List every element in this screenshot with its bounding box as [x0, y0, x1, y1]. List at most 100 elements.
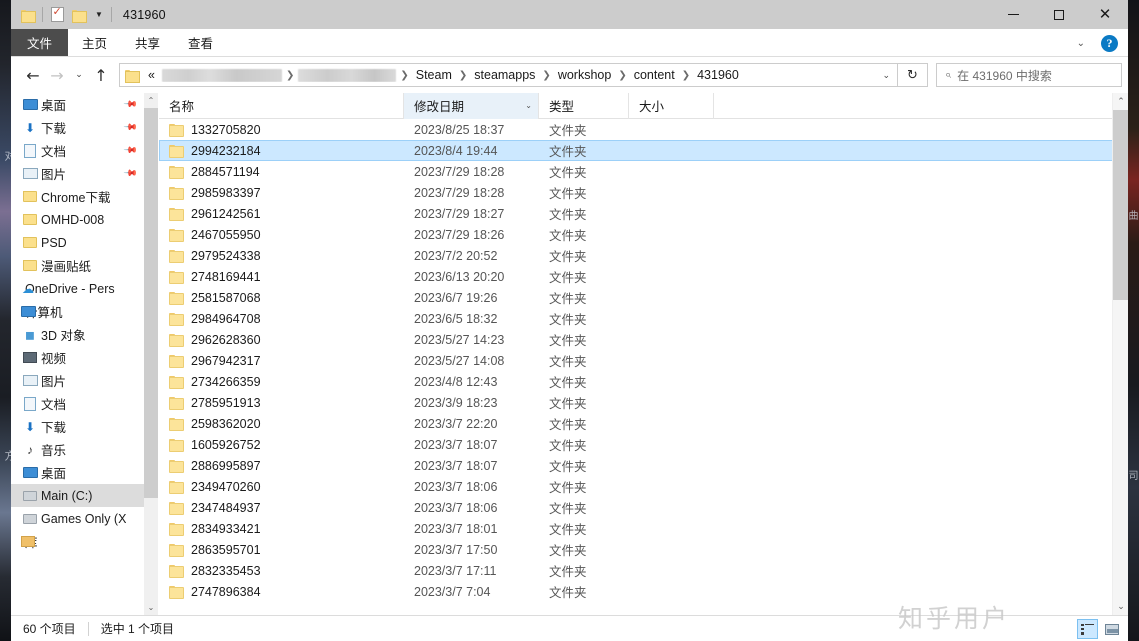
nav-scroll-thumb[interactable]	[144, 108, 158, 498]
table-row[interactable]: 2347484937 2023/3/7 18:06 文件夹	[159, 497, 1128, 518]
help-icon[interactable]: ?	[1101, 34, 1118, 52]
sidebar-item-2[interactable]: 文档 📌	[11, 139, 144, 162]
table-row[interactable]: 2834933421 2023/3/7 18:01 文件夹	[159, 518, 1128, 539]
cell-date-modified: 2023/8/25 18:37	[414, 122, 505, 137]
file-list-scrollbar[interactable]: ⌃ ⌄	[1112, 93, 1128, 615]
refresh-button[interactable]: ↻	[898, 63, 928, 87]
qat-properties-icon[interactable]	[46, 4, 68, 26]
nav-scroll-up-button[interactable]: ⌃	[144, 93, 158, 108]
file-scroll-down-button[interactable]: ⌄	[1113, 598, 1128, 615]
table-row[interactable]: 2961242561 2023/7/29 18:27 文件夹	[159, 203, 1128, 224]
table-row[interactable]: 2349470260 2023/3/7 18:06 文件夹	[159, 476, 1128, 497]
tab-file[interactable]: 文件	[11, 29, 69, 56]
table-row[interactable]: 2967942317 2023/5/27 14:08 文件夹	[159, 350, 1128, 371]
qat-folder-icon[interactable]	[17, 4, 39, 26]
sidebar-item-17[interactable]: Main (C:)	[11, 484, 144, 507]
nav-scroll-down-button[interactable]: ⌄	[144, 600, 158, 615]
sidebar-item-7[interactable]: 漫画贴纸	[11, 254, 144, 277]
table-row[interactable]: 2886995897 2023/3/7 18:07 文件夹	[159, 455, 1128, 476]
pin-icon[interactable]: 📌	[123, 97, 138, 113]
download-icon: ⬇	[24, 120, 36, 135]
sidebar-item-16[interactable]: 桌面	[11, 461, 144, 484]
table-row[interactable]: 2785951913 2023/3/9 18:23 文件夹	[159, 392, 1128, 413]
close-button[interactable]: ✕	[1082, 0, 1128, 29]
table-row[interactable]: 2598362020 2023/3/7 22:20 文件夹	[159, 413, 1128, 434]
sidebar-item-4[interactable]: Chrome下载	[11, 185, 144, 208]
breadcrumb-steam[interactable]: Steam	[411, 68, 457, 82]
table-row[interactable]: 2747896384 2023/3/7 7:04 文件夹	[159, 581, 1128, 602]
address-dropdown-chevron-down-icon[interactable]: ⌄	[875, 70, 897, 81]
breadcrumb-workshop[interactable]: workshop	[553, 68, 617, 82]
table-row[interactable]: 2832335453 2023/3/7 17:11 文件夹	[159, 560, 1128, 581]
table-row[interactable]: 2863595701 2023/3/7 17:50 文件夹	[159, 539, 1128, 560]
details-view-button[interactable]	[1077, 619, 1098, 639]
pin-icon[interactable]: 📌	[123, 120, 138, 136]
back-button[interactable]: ←	[21, 63, 45, 87]
table-row[interactable]: 2884571194 2023/7/29 18:28 文件夹	[159, 161, 1128, 182]
table-row[interactable]: 2994232184 2023/8/4 19:44 文件夹	[159, 140, 1128, 161]
minimize-button[interactable]	[990, 0, 1036, 29]
cell-date-modified: 2023/3/9 18:23	[414, 395, 498, 410]
tab-home[interactable]: 主页	[68, 29, 121, 56]
breadcrumb-redacted-1[interactable]	[161, 68, 282, 82]
column-header-type[interactable]: 类型	[539, 93, 629, 119]
pin-icon[interactable]: 📌	[123, 166, 138, 182]
sidebar-item-18[interactable]: Games Only (X	[11, 507, 144, 530]
sidebar-item-12[interactable]: 图片	[11, 369, 144, 392]
breadcrumb-overflow[interactable]: «	[143, 68, 160, 82]
table-row[interactable]: 2467055950 2023/7/29 18:26 文件夹	[159, 224, 1128, 245]
column-filter-chevron-down-icon[interactable]: ⌄	[525, 101, 532, 110]
forward-button[interactable]: →	[45, 63, 69, 87]
tab-view[interactable]: 查看	[174, 29, 227, 56]
sidebar-item-11[interactable]: 视频	[11, 346, 144, 369]
sidebar-item-3[interactable]: 图片 📌	[11, 162, 144, 185]
breadcrumb-redacted-2[interactable]	[298, 68, 397, 82]
sidebar-item-0[interactable]: 桌面 📌	[11, 93, 144, 116]
sidebar-item-13[interactable]: 文档	[11, 392, 144, 415]
navigation-scrollbar[interactable]: ⌃ ⌄	[144, 93, 158, 615]
sidebar-item-19[interactable]: 库	[11, 530, 144, 553]
sidebar-item-14[interactable]: ⬇ 下载	[11, 415, 144, 438]
sidebar-item-1[interactable]: ⬇ 下载 📌	[11, 116, 144, 139]
pin-icon[interactable]: 📌	[123, 143, 138, 159]
search-box[interactable]: ⌕ 在 431960 中搜索	[936, 63, 1122, 87]
breadcrumb-current[interactable]: 431960	[692, 68, 744, 82]
maximize-button[interactable]	[1036, 0, 1082, 29]
breadcrumb-steamapps[interactable]: steamapps	[469, 68, 540, 82]
table-row[interactable]: 2734266359 2023/4/8 12:43 文件夹	[159, 371, 1128, 392]
search-input[interactable]: 在 431960 中搜索	[957, 67, 1052, 84]
sidebar-item-10[interactable]: ◼ 3D 对象	[11, 323, 144, 346]
qat-customize-caret-icon[interactable]: ▼	[90, 4, 108, 26]
sidebar-item-9[interactable]: 计算机	[11, 300, 144, 323]
table-row[interactable]: 2962628360 2023/5/27 14:23 文件夹	[159, 329, 1128, 350]
sidebar-item-15[interactable]: ♪ 音乐	[11, 438, 144, 461]
qat-new-folder-icon[interactable]	[68, 4, 90, 26]
column-header-date-modified[interactable]: 修改日期 ⌄	[404, 93, 539, 119]
file-scroll-thumb[interactable]	[1113, 110, 1128, 300]
sidebar-item-5[interactable]: OMHD-008	[11, 208, 144, 231]
tab-share[interactable]: 共享	[121, 29, 174, 56]
table-row[interactable]: 2581587068 2023/6/7 19:26 文件夹	[159, 287, 1128, 308]
large-icons-view-button[interactable]	[1101, 619, 1122, 639]
file-name-label: 2747896384	[191, 584, 261, 599]
table-row[interactable]: 2984964708 2023/6/5 18:32 文件夹	[159, 308, 1128, 329]
table-row[interactable]: 2979524338 2023/7/2 20:52 文件夹	[159, 245, 1128, 266]
file-scroll-up-button[interactable]: ⌃	[1113, 93, 1128, 110]
address-bar[interactable]: « ❯ ❯ Steam ❯ steamapps ❯ workshop ❯ con…	[119, 63, 898, 87]
cell-type: 文件夹	[549, 355, 587, 369]
breadcrumb-content[interactable]: content	[629, 68, 680, 82]
table-row[interactable]: 1332705820 2023/8/25 18:37 文件夹	[159, 119, 1128, 140]
ribbon-expand-chevron-down-icon[interactable]: ⌄	[1069, 38, 1093, 49]
sidebar-item-6[interactable]: PSD	[11, 231, 144, 254]
cell-type: 文件夹	[549, 334, 587, 348]
table-row[interactable]: 1605926752 2023/3/7 18:07 文件夹	[159, 434, 1128, 455]
table-row[interactable]: 2985983397 2023/7/29 18:28 文件夹	[159, 182, 1128, 203]
column-header-name[interactable]: 名称	[159, 93, 404, 119]
up-button[interactable]: ↑	[89, 63, 113, 87]
folder-icon	[169, 417, 184, 431]
recent-locations-chevron-down-icon[interactable]: ⌄	[69, 63, 89, 87]
cell-type: 文件夹	[549, 376, 587, 390]
sidebar-item-8[interactable]: ☁ OneDrive - Pers	[11, 277, 144, 300]
table-row[interactable]: 2748169441 2023/6/13 20:20 文件夹	[159, 266, 1128, 287]
column-header-size[interactable]: 大小	[629, 93, 714, 119]
